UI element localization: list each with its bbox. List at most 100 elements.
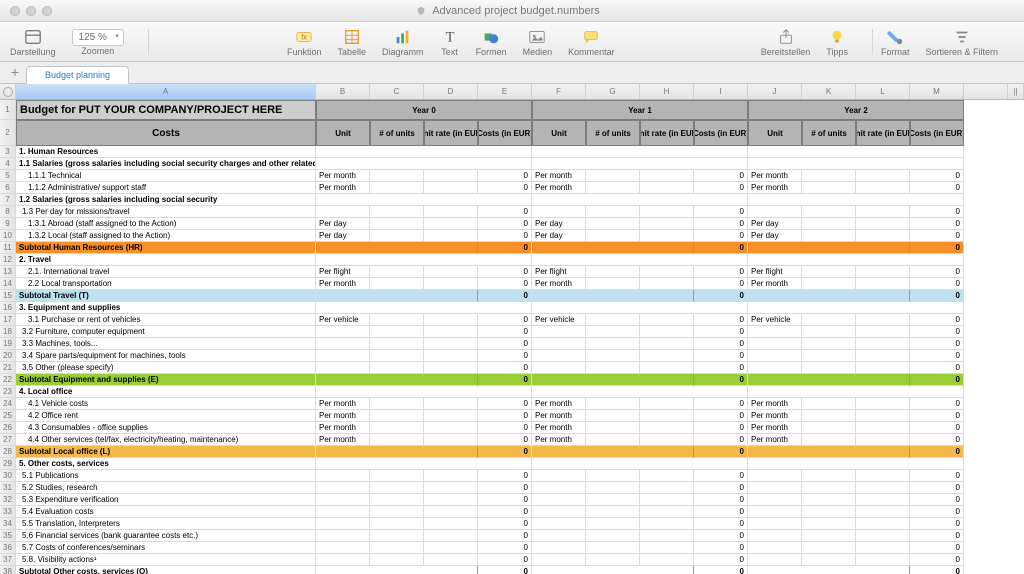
cell-label-4[interactable]: 1.1 Salaries (gross salaries including s… (16, 158, 316, 170)
cell-31-0-cost[interactable]: 0 (478, 482, 532, 494)
cell-37-1-unit[interactable] (532, 554, 586, 566)
cell-4-0[interactable] (316, 158, 532, 170)
col-header-K[interactable]: K (802, 84, 856, 99)
row-header-17[interactable]: 17 (0, 314, 16, 326)
cell-label-24[interactable]: 4.1 Vehicle costs (16, 398, 316, 410)
cell-7-1[interactable] (532, 194, 748, 206)
cell-label-20[interactable]: 3.4 Spare parts/equipment for machines, … (16, 350, 316, 362)
row-header-26[interactable]: 26 (0, 422, 16, 434)
row-header-10[interactable]: 10 (0, 230, 16, 242)
cell-36-0-num[interactable] (370, 542, 424, 554)
cell-33-0-unit[interactable] (316, 506, 370, 518)
cell-32-0-num[interactable] (370, 494, 424, 506)
cell-34-1-rate[interactable] (640, 518, 694, 530)
col-header-H[interactable]: H (640, 84, 694, 99)
cell-37-1-num[interactable] (586, 554, 640, 566)
cell-9-2-unit[interactable]: Per day (748, 218, 802, 230)
cell-8-1-cost[interactable]: 0 (694, 206, 748, 218)
row-header-19[interactable]: 19 (0, 338, 16, 350)
cell-37-0-cost[interactable]: 0 (478, 554, 532, 566)
subheader-0-2[interactable]: Unit rate (in EUR) (424, 120, 478, 146)
cell-17-1-unit[interactable]: Per vehicle (532, 314, 586, 326)
cell-9-2-cost[interactable]: 0 (910, 218, 964, 230)
cell-30-1-rate[interactable] (640, 470, 694, 482)
row-header-30[interactable]: 30 (0, 470, 16, 482)
cell-12-0[interactable] (316, 254, 532, 266)
cell-34-0-unit[interactable] (316, 518, 370, 530)
cell-label-19[interactable]: 3.3 Machines, tools... (16, 338, 316, 350)
cell-9-2-rate[interactable] (856, 218, 910, 230)
cell-10-0-cost[interactable]: 0 (478, 230, 532, 242)
cell-31-2-num[interactable] (802, 482, 856, 494)
cell-9-0-cost[interactable]: 0 (478, 218, 532, 230)
cell-34-1-cost[interactable]: 0 (694, 518, 748, 530)
cell-6-0-rate[interactable] (424, 182, 478, 194)
cell-17-0-unit[interactable]: Per vehicle (316, 314, 370, 326)
cell-8-1-rate[interactable] (640, 206, 694, 218)
cell-26-1-rate[interactable] (640, 422, 694, 434)
cell-32-0-rate[interactable] (424, 494, 478, 506)
cell-5-1-unit[interactable]: Per month (532, 170, 586, 182)
cell-label-25[interactable]: 4.2 Office rent (16, 410, 316, 422)
cell-6-2-unit[interactable]: Per month (748, 182, 802, 194)
cell-9-0-num[interactable] (370, 218, 424, 230)
cell-32-2-rate[interactable] (856, 494, 910, 506)
cell-24-0-rate[interactable] (424, 398, 478, 410)
cell-33-0-num[interactable] (370, 506, 424, 518)
cell-13-2-cost[interactable]: 0 (910, 266, 964, 278)
cell-22-2-cost[interactable]: 0 (910, 374, 964, 386)
select-all-corner[interactable] (0, 84, 16, 99)
cell-7-2[interactable] (748, 194, 964, 206)
cell-18-2-rate[interactable] (856, 326, 910, 338)
cell-25-0-cost[interactable]: 0 (478, 410, 532, 422)
cell-28-0-cost[interactable]: 0 (478, 446, 532, 458)
cell-17-2-cost[interactable]: 0 (910, 314, 964, 326)
cell-10-2-num[interactable] (802, 230, 856, 242)
cell-15-1-cost[interactable]: 0 (694, 290, 748, 302)
cell-34-1-num[interactable] (586, 518, 640, 530)
cell-21-0-cost[interactable]: 0 (478, 362, 532, 374)
cell-27-1-unit[interactable]: Per month (532, 434, 586, 446)
cell-25-2-rate[interactable] (856, 410, 910, 422)
cell-21-0-rate[interactable] (424, 362, 478, 374)
cell-label-37[interactable]: 5.8. Visibility actions¹ (16, 554, 316, 566)
col-header-A[interactable]: A (16, 84, 316, 99)
cell-23-1[interactable] (532, 386, 748, 398)
cell-33-2-unit[interactable] (748, 506, 802, 518)
cell-35-2-cost[interactable]: 0 (910, 530, 964, 542)
subheader-2-0[interactable]: Unit (748, 120, 802, 146)
cell-20-2-unit[interactable] (748, 350, 802, 362)
format-button[interactable]: Format (881, 27, 910, 57)
row-header-11[interactable]: 11 (0, 242, 16, 254)
cell-19-2-rate[interactable] (856, 338, 910, 350)
cell-13-1-unit[interactable]: Per flight (532, 266, 586, 278)
cell-16-0[interactable] (316, 302, 532, 314)
cell-36-2-rate[interactable] (856, 542, 910, 554)
cell-27-0-unit[interactable]: Per month (316, 434, 370, 446)
cell-37-2-unit[interactable] (748, 554, 802, 566)
cell-29-2[interactable] (748, 458, 964, 470)
cell-14-2-cost[interactable]: 0 (910, 278, 964, 290)
cell-29-1[interactable] (532, 458, 748, 470)
cell-24-1-num[interactable] (586, 398, 640, 410)
cell-36-2-unit[interactable] (748, 542, 802, 554)
cell-19-2-num[interactable] (802, 338, 856, 350)
row-header-2[interactable]: 2 (0, 120, 16, 146)
cell-14-2-num[interactable] (802, 278, 856, 290)
col-header-J[interactable]: J (748, 84, 802, 99)
cell-26-0-unit[interactable]: Per month (316, 422, 370, 434)
cell-21-0-num[interactable] (370, 362, 424, 374)
cell-24-1-rate[interactable] (640, 398, 694, 410)
cell-25-0-rate[interactable] (424, 410, 478, 422)
cell-24-2-rate[interactable] (856, 398, 910, 410)
cell-14-2-unit[interactable]: Per month (748, 278, 802, 290)
cell-27-2-rate[interactable] (856, 434, 910, 446)
cell-label-16[interactable]: 3. Equipment and supplies (16, 302, 316, 314)
cell-35-1-unit[interactable] (532, 530, 586, 542)
cell-8-0-rate[interactable] (424, 206, 478, 218)
cell-11-1-a[interactable] (532, 242, 694, 254)
costs-header[interactable]: Costs (16, 120, 316, 146)
row-header-29[interactable]: 29 (0, 458, 16, 470)
cell-8-2-rate[interactable] (856, 206, 910, 218)
subheader-0-0[interactable]: Unit (316, 120, 370, 146)
